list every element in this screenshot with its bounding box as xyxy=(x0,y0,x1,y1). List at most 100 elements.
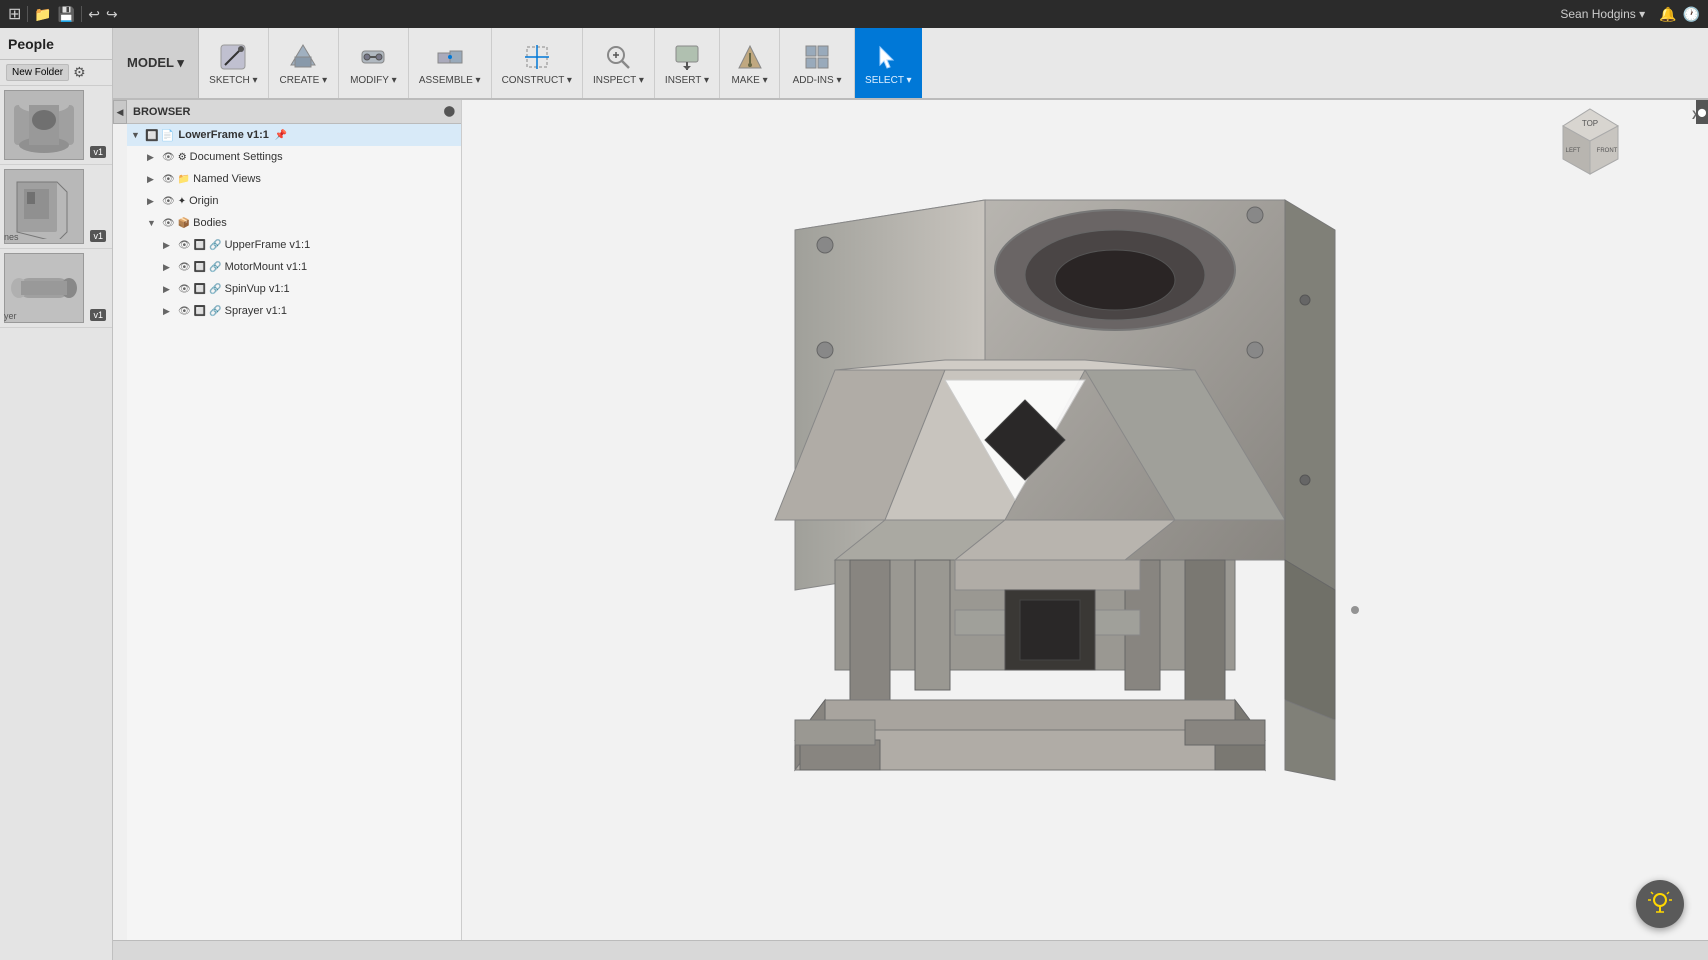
folder-icon[interactable]: 📁 xyxy=(34,6,51,23)
expand-arrow-sp[interactable]: ▶ xyxy=(163,306,175,317)
notifications-icon[interactable]: 🔔 xyxy=(1659,6,1676,23)
expand-arrow-mm[interactable]: ▶ xyxy=(163,262,175,273)
separator2 xyxy=(81,6,82,22)
thumbnail-item-2[interactable]: v1 nes xyxy=(0,165,112,249)
ribbon-group-inspect[interactable]: INSPECT ▾ xyxy=(583,28,655,98)
eye-icon-nv[interactable]: 👁 xyxy=(162,174,175,185)
body-icon-sp: 🔲 xyxy=(194,306,206,317)
3d-model-view xyxy=(462,100,1708,940)
make-label: MAKE ▾ xyxy=(731,75,767,86)
link-icon-sp: 🔗 xyxy=(209,306,221,317)
select-label: SELECT ▾ xyxy=(865,75,912,86)
grid-icon[interactable]: ⊞ xyxy=(8,4,21,24)
thumbnail-label-1: v1 xyxy=(90,146,106,158)
ribbon-group-construct[interactable]: CONSTRUCT ▾ xyxy=(492,28,583,98)
model-dropdown[interactable]: MODEL ▾ xyxy=(113,28,199,98)
ribbon-group-sketch[interactable]: SKETCH ▾ xyxy=(199,28,269,98)
tree-named-views-label: Named Views xyxy=(193,173,261,185)
tree-pin-icon[interactable]: 📌 xyxy=(275,130,287,141)
expand-arrow-sv[interactable]: ▶ xyxy=(163,284,175,295)
eye-icon-sv[interactable]: 👁 xyxy=(178,284,191,295)
browser-header-label: BROWSER xyxy=(133,106,190,118)
sketch-label: SKETCH ▾ xyxy=(209,75,257,86)
browser-header: BROWSER ⬤ xyxy=(127,100,461,124)
sketch-icon xyxy=(217,41,249,73)
expand-arrow-doc[interactable]: ▶ xyxy=(147,152,159,163)
link-icon-sv: 🔗 xyxy=(209,284,221,295)
ribbon-group-addins[interactable]: ADD-INS ▾ xyxy=(780,28,855,98)
make-icon xyxy=(734,41,766,73)
create-label: CREATE ▾ xyxy=(280,75,328,86)
tree-item-sprayer[interactable]: ▶ 👁 🔲 🔗 Sprayer v1:1 xyxy=(127,300,461,322)
thumbnail-name-3: yer xyxy=(4,311,17,321)
expand-arrow-uf[interactable]: ▶ xyxy=(163,240,175,251)
ribbon-group-make[interactable]: MAKE ▾ xyxy=(720,28,780,98)
timeline-marker[interactable]: ⬤ xyxy=(1696,100,1708,124)
thumbnail-item-1[interactable]: v1 xyxy=(0,86,112,165)
browser-panel: BROWSER ⬤ ▼ 🔲 📄 LowerFrame v1:1 📌 ▶ 👁 ⚙ … xyxy=(127,100,462,940)
tree-expand-root[interactable]: ▼ xyxy=(131,130,143,140)
tree-item-motor-mount[interactable]: ▶ 👁 🔲 🔗 MotorMount v1:1 xyxy=(127,256,461,278)
tree-origin-label: Origin xyxy=(189,195,218,207)
thumbnail-label-2: v1 xyxy=(90,230,106,242)
tree-item-upper-frame[interactable]: ▶ 👁 🔲 🔗 UpperFrame v1:1 xyxy=(127,234,461,256)
settings-icon[interactable]: ⚙ xyxy=(73,64,86,81)
view-cube[interactable]: TOP LEFT FRONT xyxy=(1553,104,1628,179)
tree-item-bodies[interactable]: ▼ 👁 📦 Bodies xyxy=(127,212,461,234)
thumbnail-item-3[interactable]: v1 yer xyxy=(0,249,112,328)
main-viewport[interactable]: TOP LEFT FRONT X xyxy=(462,100,1708,940)
undo-icon[interactable]: ↩ xyxy=(88,6,100,23)
ribbon-group-create[interactable]: CREATE ▾ xyxy=(269,28,339,98)
expand-arrow-bodies[interactable]: ▼ xyxy=(147,218,159,228)
ribbon-group-modify[interactable]: MODIFY ▾ xyxy=(339,28,409,98)
tree-item-origin[interactable]: ▶ 👁 ✦ Origin xyxy=(127,190,461,212)
tree-icon-bodies: 📦 xyxy=(178,218,190,229)
tree-root-label: LowerFrame v1:1 xyxy=(178,129,268,141)
save-icon[interactable]: 💾 xyxy=(58,6,75,23)
eye-icon-doc[interactable]: 👁 xyxy=(162,152,175,163)
eye-icon-bodies[interactable]: 👁 xyxy=(162,218,175,229)
tree-sv-label: SpinVup v1:1 xyxy=(225,283,290,295)
insert-label: INSERT ▾ xyxy=(665,75,709,86)
eye-icon-mm[interactable]: 👁 xyxy=(178,262,191,273)
people-header: People xyxy=(0,28,112,60)
model-label: MODEL ▾ xyxy=(127,55,184,71)
eye-icon-sp[interactable]: 👁 xyxy=(178,306,191,317)
browser-collapse-btn[interactable]: ◀ xyxy=(113,100,127,124)
new-folder-button[interactable]: New Folder xyxy=(6,64,69,81)
modify-icon xyxy=(357,41,389,73)
eye-icon-uf[interactable]: 👁 xyxy=(178,240,191,251)
status-bar xyxy=(0,940,1708,960)
top-toolbar: ⊞ 📁 💾 ↩ ↪ Sean Hodgins ▾ 🔔 🕐 xyxy=(0,0,1708,28)
thumbnail-name-2: nes xyxy=(4,232,19,242)
insight-button[interactable] xyxy=(1636,880,1684,928)
expand-arrow-nv[interactable]: ▶ xyxy=(147,174,159,185)
tree-mm-label: MotorMount v1:1 xyxy=(225,261,308,273)
ribbon-toolbar: MODEL ▾ SKETCH ▾ CREATE ▾ xyxy=(113,28,1708,100)
expand-arrow-origin[interactable]: ▶ xyxy=(147,196,159,207)
ribbon-group-insert[interactable]: INSERT ▾ xyxy=(655,28,720,98)
svg-text:FRONT: FRONT xyxy=(1597,148,1618,154)
construct-icon xyxy=(521,41,553,73)
modify-label: MODIFY ▾ xyxy=(350,75,397,86)
ribbon-group-select[interactable]: SELECT ▾ xyxy=(855,28,922,98)
create-icon xyxy=(287,41,319,73)
select-icon xyxy=(872,41,904,73)
tree-bodies-label: Bodies xyxy=(193,217,227,229)
inspect-icon xyxy=(602,41,634,73)
user-info[interactable]: Sean Hodgins ▾ xyxy=(1560,7,1645,21)
redo-icon[interactable]: ↪ xyxy=(106,6,118,23)
tree-item-doc-settings[interactable]: ▶ 👁 ⚙ Document Settings xyxy=(127,146,461,168)
ribbon-group-assemble[interactable]: ASSEMBLE ▾ xyxy=(409,28,492,98)
eye-icon-origin[interactable]: 👁 xyxy=(162,196,175,207)
tree-icon-origin: ✦ xyxy=(178,196,186,207)
tree-icon-root: 🔲 xyxy=(145,129,159,142)
tree-item-spin-vup[interactable]: ▶ 👁 🔲 🔗 SpinVup v1:1 xyxy=(127,278,461,300)
insert-icon xyxy=(671,41,703,73)
clock-icon[interactable]: 🕐 xyxy=(1683,6,1700,23)
svg-text:TOP: TOP xyxy=(1582,119,1598,128)
tree-active-icon: 📄 xyxy=(161,129,175,142)
tree-item-root[interactable]: ▼ 🔲 📄 LowerFrame v1:1 📌 xyxy=(127,124,461,146)
tree-item-named-views[interactable]: ▶ 👁 📁 Named Views xyxy=(127,168,461,190)
browser-expand-btn[interactable]: ⬤ xyxy=(444,106,455,117)
